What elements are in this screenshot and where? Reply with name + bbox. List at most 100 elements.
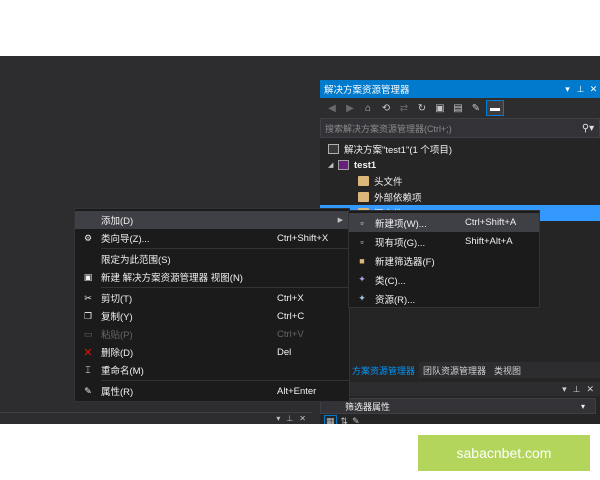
menu-item-label: 现有项(G)... <box>375 237 426 249</box>
tree-item-external-deps[interactable]: 外部依赖项 <box>320 189 600 205</box>
search-icon[interactable]: ⚲▾ <box>577 123 599 134</box>
sync-icon[interactable]: ⇄ <box>396 100 412 116</box>
class-icon: ✦ <box>358 274 366 284</box>
back-icon[interactable]: ◀ <box>324 100 340 116</box>
menu-separator <box>101 248 349 249</box>
solution-explorer-search[interactable]: 搜索解决方案资源管理器(Ctrl+;) ⚲▾ <box>320 118 600 138</box>
wrench-icon[interactable]: ✎ <box>468 100 484 116</box>
categorized-icon[interactable]: ▦ <box>324 414 337 424</box>
new-item-icon: ▫ <box>360 217 364 228</box>
menu-item-paste: ▭ 粘贴(P) Ctrl+V <box>75 325 349 343</box>
dropdown-icon[interactable]: ▾ <box>561 84 574 95</box>
tab-team-explorer[interactable]: 团队资源管理器 <box>419 362 490 378</box>
chevron-down-icon[interactable]: ▾ <box>581 402 595 411</box>
expand-triangle-icon[interactable]: ◢ <box>328 161 338 169</box>
menu-item-shortcut: Ctrl+X <box>277 292 304 304</box>
menu-item-shortcut: Ctrl+Shift+A <box>465 217 517 228</box>
pin-icon[interactable]: ⊥ <box>574 84 587 95</box>
menu-item-label: 重命名(M) <box>101 366 144 377</box>
submenu-item-existing-item[interactable]: ▫ 现有项(G)... Shift+Alt+A <box>349 232 539 251</box>
close-icon[interactable]: ✕ <box>586 384 594 395</box>
menu-item-shortcut: Ctrl+Shift+X <box>277 232 329 244</box>
menu-item-label: 资源(R)... <box>375 294 416 306</box>
menu-item-class-wizard[interactable]: ⚙ 类向导(Z)... Ctrl+Shift+X <box>75 229 349 247</box>
menu-item-cut[interactable]: ✂ 剪切(T) Ctrl+X <box>75 289 349 307</box>
menu-item-rename[interactable]: ⌶ 重命名(M) <box>75 361 349 379</box>
new-view-icon: ▣ <box>83 271 93 282</box>
search-input[interactable]: 搜索解决方案资源管理器(Ctrl+;) <box>325 122 577 135</box>
panel-tabs: 方案资源管理器 团队资源管理器 类视图 <box>320 362 600 378</box>
menu-separator <box>101 380 349 381</box>
tab-class-view[interactable]: 类视图 <box>490 362 525 378</box>
menu-item-label: 新建 解决方案资源管理器 视图(N) <box>101 273 243 284</box>
menu-item-add[interactable]: 添加(D) ▶ <box>75 211 349 229</box>
pin-icon[interactable]: ⊥ <box>286 414 293 423</box>
preview-icon[interactable]: ▬ <box>486 100 504 116</box>
menu-item-label: 添加(D) <box>101 216 134 227</box>
dropdown-icon[interactable]: ▾ <box>562 384 567 395</box>
sort-icon[interactable]: ⇅ <box>341 416 349 425</box>
rename-icon: ⌶ <box>85 364 91 375</box>
menu-item-label: 剪切(T) <box>101 294 133 305</box>
resource-icon: ✦ <box>358 293 366 303</box>
menu-item-label: 删除(D) <box>101 348 134 359</box>
menu-item-shortcut: Ctrl+V <box>277 328 304 340</box>
submenu-item-class[interactable]: ✦ 类(C)... <box>349 270 539 289</box>
menu-item-shortcut: Alt+Enter <box>277 385 317 397</box>
menu-item-new-view[interactable]: ▣ 新建 解决方案资源管理器 视图(N) <box>75 268 349 286</box>
property-pages-icon[interactable]: ✎ <box>352 416 360 425</box>
properties-object-selector[interactable]: 筛选器属性 ▾ <box>320 398 596 414</box>
show-all-files-icon[interactable]: ▤ <box>450 100 466 116</box>
pin-icon[interactable]: ⊥ <box>573 384 581 395</box>
existing-item-icon: ▫ <box>360 236 364 247</box>
tree-item-solution[interactable]: 解决方案"test1"(1 个项目) <box>320 141 600 157</box>
submenu-item-resource[interactable]: ✦ 资源(R)... <box>349 289 539 308</box>
project-icon <box>338 160 349 170</box>
menu-item-label: 新建筛选器(F) <box>375 256 435 268</box>
properties-titlebar: ▾ ⊥ ✕ <box>320 382 600 396</box>
dropdown-icon[interactable]: ▾ <box>276 414 280 423</box>
menu-item-delete[interactable]: ✕ 删除(D) Del <box>75 343 349 361</box>
copy-icon: ❐ <box>83 310 93 321</box>
collapse-all-icon[interactable]: ▣ <box>432 100 448 116</box>
properties-panel: ▾ ⊥ ✕ 筛选器属性 ▾ ▦ ⇅ ✎ <box>320 382 600 424</box>
history-icon[interactable]: ⟲ <box>378 100 394 116</box>
submenu-item-new-item[interactable]: ▫ 新建项(W)... Ctrl+Shift+A <box>349 213 539 232</box>
tree-item-label: 外部依赖项 <box>374 193 422 204</box>
delete-icon: ✕ <box>83 346 93 359</box>
paste-icon: ▭ <box>83 328 93 339</box>
menu-item-label: 新建项(W)... <box>375 218 427 230</box>
menu-item-label: 复制(Y) <box>101 312 133 323</box>
properties-icon: ✎ <box>84 385 92 396</box>
menu-item-properties[interactable]: ✎ 属性(R) Alt+Enter <box>75 382 349 400</box>
solution-tree: 解决方案"test1"(1 个项目) ◢ test1 头文件 外部依赖项 源文件 <box>320 138 600 221</box>
home-icon[interactable]: ⌂ <box>360 100 376 116</box>
close-icon[interactable]: ✕ <box>299 414 306 423</box>
submenu-arrow-icon: ▶ <box>337 217 343 224</box>
tree-item-label: 头文件 <box>374 177 403 188</box>
menu-separator <box>101 287 349 288</box>
menu-item-scope-to-this[interactable]: 限定为此范围(S) <box>75 250 349 268</box>
tree-item-label: 解决方案"test1"(1 个项目) <box>344 145 453 156</box>
menu-item-label: 类(C)... <box>375 275 406 287</box>
folder-icon <box>358 176 369 186</box>
solution-explorer-title: 解决方案资源管理器 <box>324 85 410 96</box>
forward-icon[interactable]: ▶ <box>342 100 358 116</box>
menu-item-copy[interactable]: ❐ 复制(Y) Ctrl+C <box>75 307 349 325</box>
new-filter-icon: ■ <box>359 255 365 266</box>
submenu-item-new-filter[interactable]: ■ 新建筛选器(F) <box>349 251 539 270</box>
tree-item-headers[interactable]: 头文件 <box>320 173 600 189</box>
class-wizard-icon: ⚙ <box>83 232 93 243</box>
menu-item-label: 粘贴(P) <box>101 330 133 341</box>
solution-explorer-titlebar: 解决方案资源管理器 ▾ ⊥ ✕ <box>320 80 600 98</box>
tree-item-project[interactable]: ◢ test1 <box>320 157 600 173</box>
properties-toolbar: ▦ ⇅ ✎ <box>320 414 600 424</box>
add-submenu: ▫ 新建项(W)... Ctrl+Shift+A ▫ 现有项(G)... Shi… <box>348 210 540 308</box>
folder-icon <box>358 192 369 202</box>
menu-item-shortcut: Shift+Alt+A <box>465 236 513 247</box>
tree-item-label: test1 <box>354 159 377 171</box>
refresh-icon[interactable]: ↻ <box>414 100 430 116</box>
solution-explorer-toolbar: ◀ ▶ ⌂ ⟲ ⇄ ↻ ▣ ▤ ✎ ▬ <box>320 98 600 118</box>
context-menu: 添加(D) ▶ ⚙ 类向导(Z)... Ctrl+Shift+X 限定为此范围(… <box>74 208 350 402</box>
close-icon[interactable]: ✕ <box>587 84 600 95</box>
